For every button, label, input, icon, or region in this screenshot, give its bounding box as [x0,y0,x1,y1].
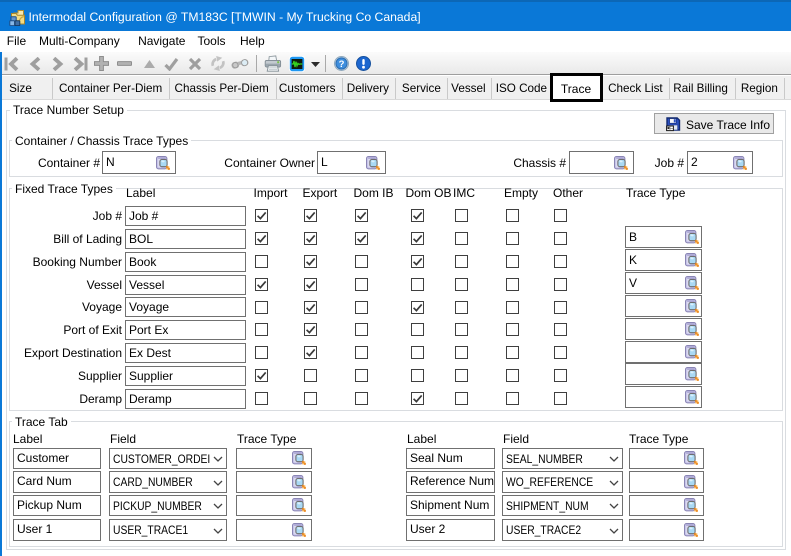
svg-text:?: ? [339,59,345,70]
